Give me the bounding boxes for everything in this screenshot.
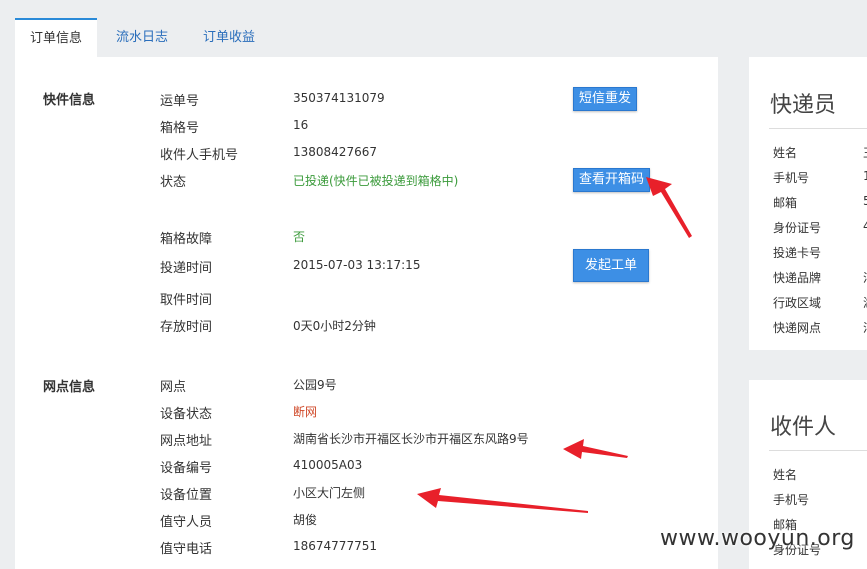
label-site: 网点 [160, 380, 187, 395]
create-ticket-button[interactable]: 发起工单 [573, 249, 649, 282]
courier-label-name: 姓名 [773, 146, 798, 160]
label-storage-time: 存放时间 [160, 320, 213, 335]
label-tracking-no: 运单号 [160, 94, 200, 109]
courier-label-site: 快递网点 [773, 321, 822, 335]
courier-value-email: 5 [863, 194, 867, 208]
value-attendant-phone: 18674777751 [293, 539, 377, 553]
value-delivery-time: 2015-07-03 13:17:15 [293, 258, 421, 272]
courier-value-id: 4 [863, 219, 867, 233]
courier-label-brand: 快递品牌 [773, 271, 822, 285]
value-device-status: 断网 [293, 405, 318, 419]
value-device-location: 小区大门左侧 [293, 486, 366, 500]
label-device-location: 设备位置 [160, 488, 213, 503]
order-info-panel: 快件信息 运单号 350374131079 箱格号 16 收件人手机号 1380… [15, 57, 718, 569]
resend-sms-button[interactable]: 短信重发 [573, 87, 637, 111]
tab-bar: 订单信息 流水日志 订单收益 [0, 0, 867, 57]
label-site-address: 网点地址 [160, 434, 213, 449]
courier-label-card: 投递卡号 [773, 246, 822, 260]
courier-label-region: 行政区域 [773, 296, 822, 310]
courier-value-site: 汇 [863, 319, 867, 336]
value-site: 公园9号 [293, 378, 337, 392]
courier-card: 快递员 姓名 王 手机号 1 邮箱 5 身份证号 4 投递卡号 快递品牌 汇 行… [749, 57, 867, 350]
courier-label-phone: 手机号 [773, 171, 810, 185]
label-box-fault: 箱格故障 [160, 232, 213, 247]
label-attendant: 值守人员 [160, 515, 213, 530]
value-status: 已投递(快件已被投递到箱格中) [293, 174, 459, 188]
label-device-id: 设备编号 [160, 461, 213, 476]
value-device-id: 410005A03 [293, 458, 363, 472]
courier-value-brand: 汇 [863, 269, 867, 286]
watermark: www.wooyun.org [660, 526, 855, 551]
label-status: 状态 [160, 175, 187, 190]
label-device-status: 设备状态 [160, 407, 213, 422]
courier-title: 快递员 [770, 93, 837, 118]
value-attendant: 胡俊 [293, 513, 318, 527]
tab-order-revenue[interactable]: 订单收益 [190, 18, 268, 57]
courier-value-name: 王 [863, 144, 867, 161]
value-box-fault: 否 [293, 230, 306, 244]
label-box-no: 箱格号 [160, 121, 200, 136]
courier-label-email: 邮箱 [773, 196, 798, 210]
label-attendant-phone: 值守电话 [160, 542, 213, 557]
courier-value-phone: 1 [863, 169, 867, 183]
value-tracking-no: 350374131079 [293, 91, 385, 105]
value-recipient-phone: 13808427667 [293, 145, 377, 159]
view-open-code-button[interactable]: 查看开箱码 [573, 168, 650, 192]
courier-value-region: 湖 [863, 294, 867, 311]
site-section-title: 网点信息 [43, 380, 96, 395]
tab-flow-log[interactable]: 流水日志 [104, 18, 180, 57]
label-recipient-phone: 收件人手机号 [160, 148, 239, 163]
tab-order-info[interactable]: 订单信息 [15, 18, 97, 57]
recipient-label-phone: 手机号 [773, 493, 810, 507]
courier-label-id: 身份证号 [773, 221, 822, 235]
recipient-title: 收件人 [770, 415, 837, 440]
recipient-divider [769, 450, 867, 451]
courier-divider [769, 128, 867, 129]
value-storage-time: 0天0小时2分钟 [293, 319, 376, 333]
label-pickup-time: 取件时间 [160, 293, 213, 308]
recipient-label-name: 姓名 [773, 468, 798, 482]
value-box-no: 16 [293, 118, 309, 132]
value-site-address: 湖南省长沙市开福区长沙市开福区东风路9号 [293, 432, 529, 446]
label-delivery-time: 投递时间 [160, 261, 213, 276]
parcel-section-title: 快件信息 [43, 93, 96, 108]
